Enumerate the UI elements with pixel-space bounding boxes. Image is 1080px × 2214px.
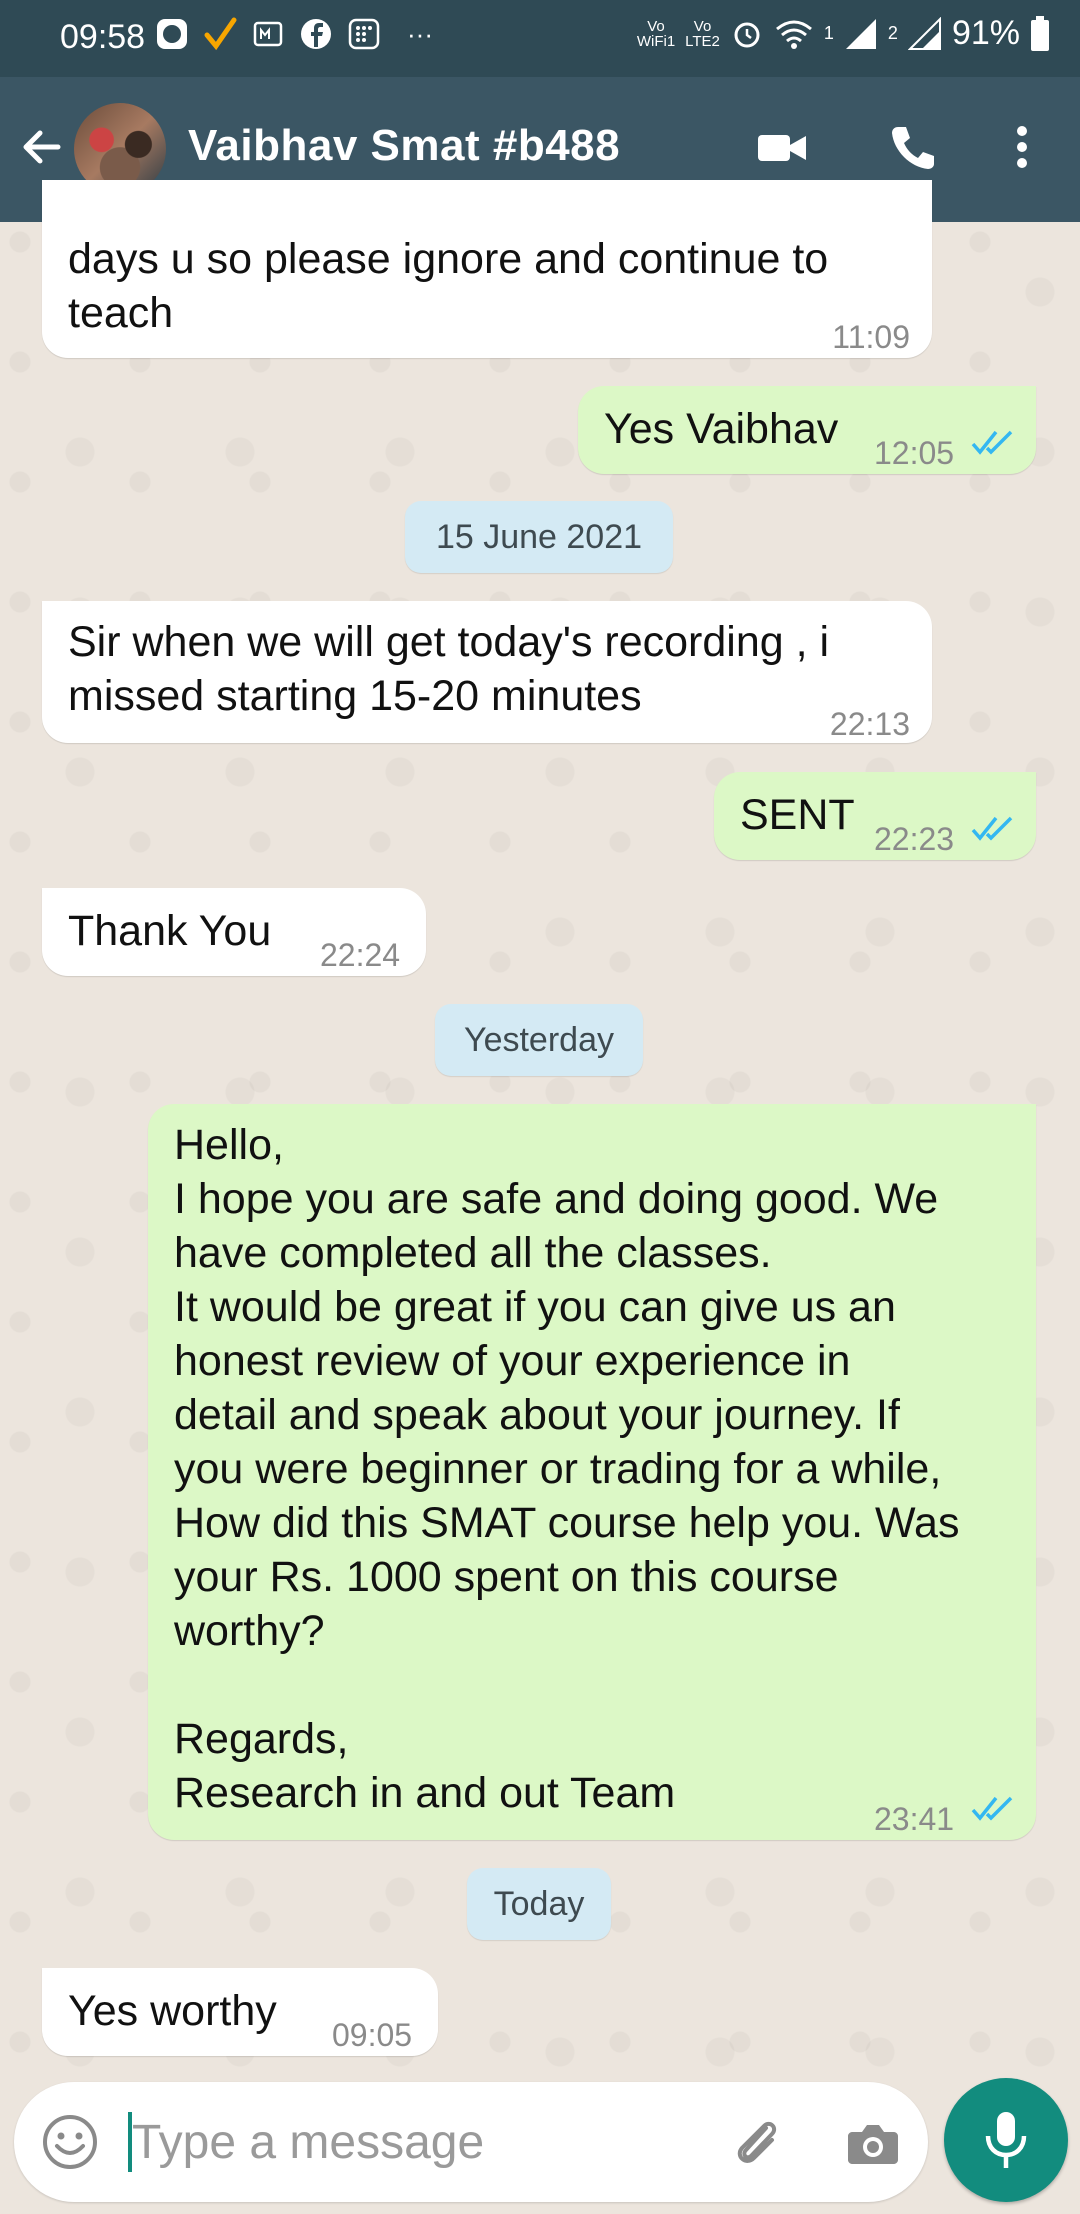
volte-wifi-label: Vo WiFi1	[636, 17, 676, 50]
voice-record-button[interactable]	[944, 2078, 1068, 2202]
volte-lte-label: Vo LTE2	[685, 17, 720, 50]
battery-percent: 91%	[951, 14, 1020, 52]
camera-icon[interactable]	[844, 2114, 902, 2172]
message-incoming[interactable]: days u so please ignore and continue to …	[42, 180, 932, 358]
date-separator: Yesterday	[435, 1004, 643, 1076]
date-separator: 15 June 2021	[405, 501, 673, 573]
system-icons: Vo WiFi1 Vo LTE2 1 2 91%	[637, 14, 1050, 53]
voice-call-icon[interactable]	[882, 117, 942, 177]
date-separator: Today	[467, 1868, 611, 1940]
double-tick-icon	[971, 816, 1013, 841]
chat-title[interactable]: Vaibhav Smat #b488	[188, 121, 620, 171]
message-text: Thank You	[68, 907, 272, 955]
sim1-label: 1	[823, 23, 834, 43]
message-time: 09:05	[332, 2017, 413, 2053]
double-tick-icon	[971, 1796, 1013, 1821]
message-time: 22:23	[874, 821, 955, 857]
more-notifications-icon: ···	[407, 18, 433, 49]
check-notification-icon	[204, 17, 237, 51]
more-options-icon[interactable]	[992, 117, 1052, 177]
apps-grid-icon	[348, 18, 380, 50]
mic-icon	[985, 2112, 1027, 2168]
message-text: Hello, I hope you are safe and doing goo…	[174, 1121, 960, 1817]
message-time: 23:41	[874, 1801, 955, 1837]
battery-icon	[1031, 15, 1049, 51]
message-time: 11:09	[832, 319, 910, 355]
wifi-icon	[775, 20, 812, 49]
video-call-icon[interactable]	[752, 117, 812, 177]
facebook-icon	[301, 19, 331, 49]
message-text: Sir when we will get today's recording ,…	[68, 618, 830, 720]
message-time: 22:24	[320, 937, 401, 973]
message-incoming[interactable]: Yes worthy 09:05	[42, 1968, 438, 2056]
message-text: days u so please ignore and continue to …	[68, 235, 829, 337]
status-bar: 09:58 ··· Vo WiFi1 Vo LTE2 1 2 91%	[0, 0, 1080, 77]
double-tick-icon	[971, 430, 1013, 455]
notification-app-icon	[157, 19, 187, 49]
notification-icons: ···	[155, 17, 433, 51]
text-caret	[128, 2112, 132, 2172]
message-text: Yes worthy	[68, 1987, 277, 2035]
message-outgoing[interactable]: Hello, I hope you are safe and doing goo…	[148, 1104, 1036, 1840]
signal-sim2-icon	[907, 16, 941, 50]
message-incoming[interactable]: Thank You 22:24	[42, 888, 426, 976]
message-outgoing[interactable]: SENT 22:23	[714, 772, 1036, 860]
emoji-icon[interactable]	[40, 2112, 100, 2172]
message-incoming[interactable]: Sir when we will get today's recording ,…	[42, 601, 932, 743]
back-arrow-icon[interactable]	[18, 123, 66, 171]
status-time: 09:58	[60, 18, 146, 56]
signal-sim1-icon	[845, 18, 876, 49]
message-text: SENT	[740, 791, 855, 839]
message-input[interactable]	[126, 2106, 712, 2178]
alarm-icon	[734, 22, 760, 47]
message-time: 12:05	[874, 435, 955, 471]
message-outgoing[interactable]: Yes Vaibhav 12:05	[578, 386, 1036, 474]
sim2-label: 2	[887, 23, 898, 43]
message-notification-icon	[253, 21, 283, 47]
message-time: 22:13	[829, 706, 910, 742]
message-text: Yes Vaibhav	[604, 405, 839, 453]
message-composer	[14, 2082, 928, 2202]
attach-icon[interactable]	[726, 2112, 788, 2174]
